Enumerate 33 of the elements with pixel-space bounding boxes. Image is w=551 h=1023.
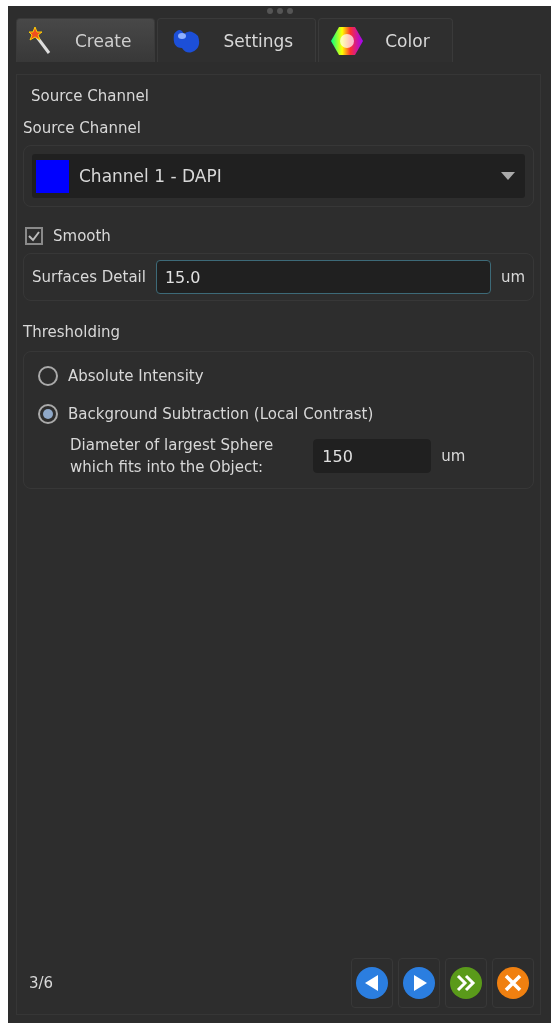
field-label: Diameter of largest Sphere which fits into the Object: — [70, 435, 274, 478]
fast-forward-icon — [449, 966, 483, 1000]
drag-handle-icon[interactable] — [265, 7, 295, 15]
smooth-checkbox[interactable] — [25, 227, 43, 245]
dropdown-caret-icon — [501, 172, 515, 180]
unit-label: um — [500, 268, 525, 286]
field-label: Surfaces Detail — [32, 268, 146, 286]
color-hexagon-icon — [331, 25, 364, 56]
radio-button[interactable] — [38, 366, 58, 386]
magic-wand-icon — [29, 26, 53, 55]
checkbox-label: Smooth — [53, 227, 111, 245]
radio-label: Absolute Intensity — [68, 367, 204, 385]
radio-label: Background Subtraction (Local Contrast) — [68, 405, 374, 423]
diameter-input[interactable]: 150 — [313, 439, 432, 473]
next-button[interactable] — [398, 958, 440, 1008]
surfaces-detail-input[interactable]: 15.0 — [155, 260, 491, 294]
section-label: Thresholding — [23, 322, 122, 343]
channel-dropdown[interactable]: Channel 1 - DAPI — [32, 154, 525, 198]
field-label: Source Channel — [23, 119, 142, 139]
dropdown-value: Channel 1 - DAPI — [79, 166, 222, 186]
close-icon — [496, 966, 530, 1000]
cancel-button[interactable] — [492, 958, 534, 1008]
back-icon — [355, 966, 389, 1000]
finish-button[interactable] — [445, 958, 487, 1008]
back-button[interactable] — [351, 958, 393, 1008]
section-title: Source Channel — [30, 86, 150, 107]
unit-label: um — [441, 447, 466, 465]
step-counter: 3/6 — [29, 974, 54, 992]
tab[interactable]: Settings — [156, 18, 317, 62]
tab[interactable]: Color — [318, 18, 453, 62]
next-icon — [402, 966, 436, 1000]
radio-button[interactable] — [38, 404, 58, 424]
tab[interactable]: Create — [16, 18, 155, 62]
